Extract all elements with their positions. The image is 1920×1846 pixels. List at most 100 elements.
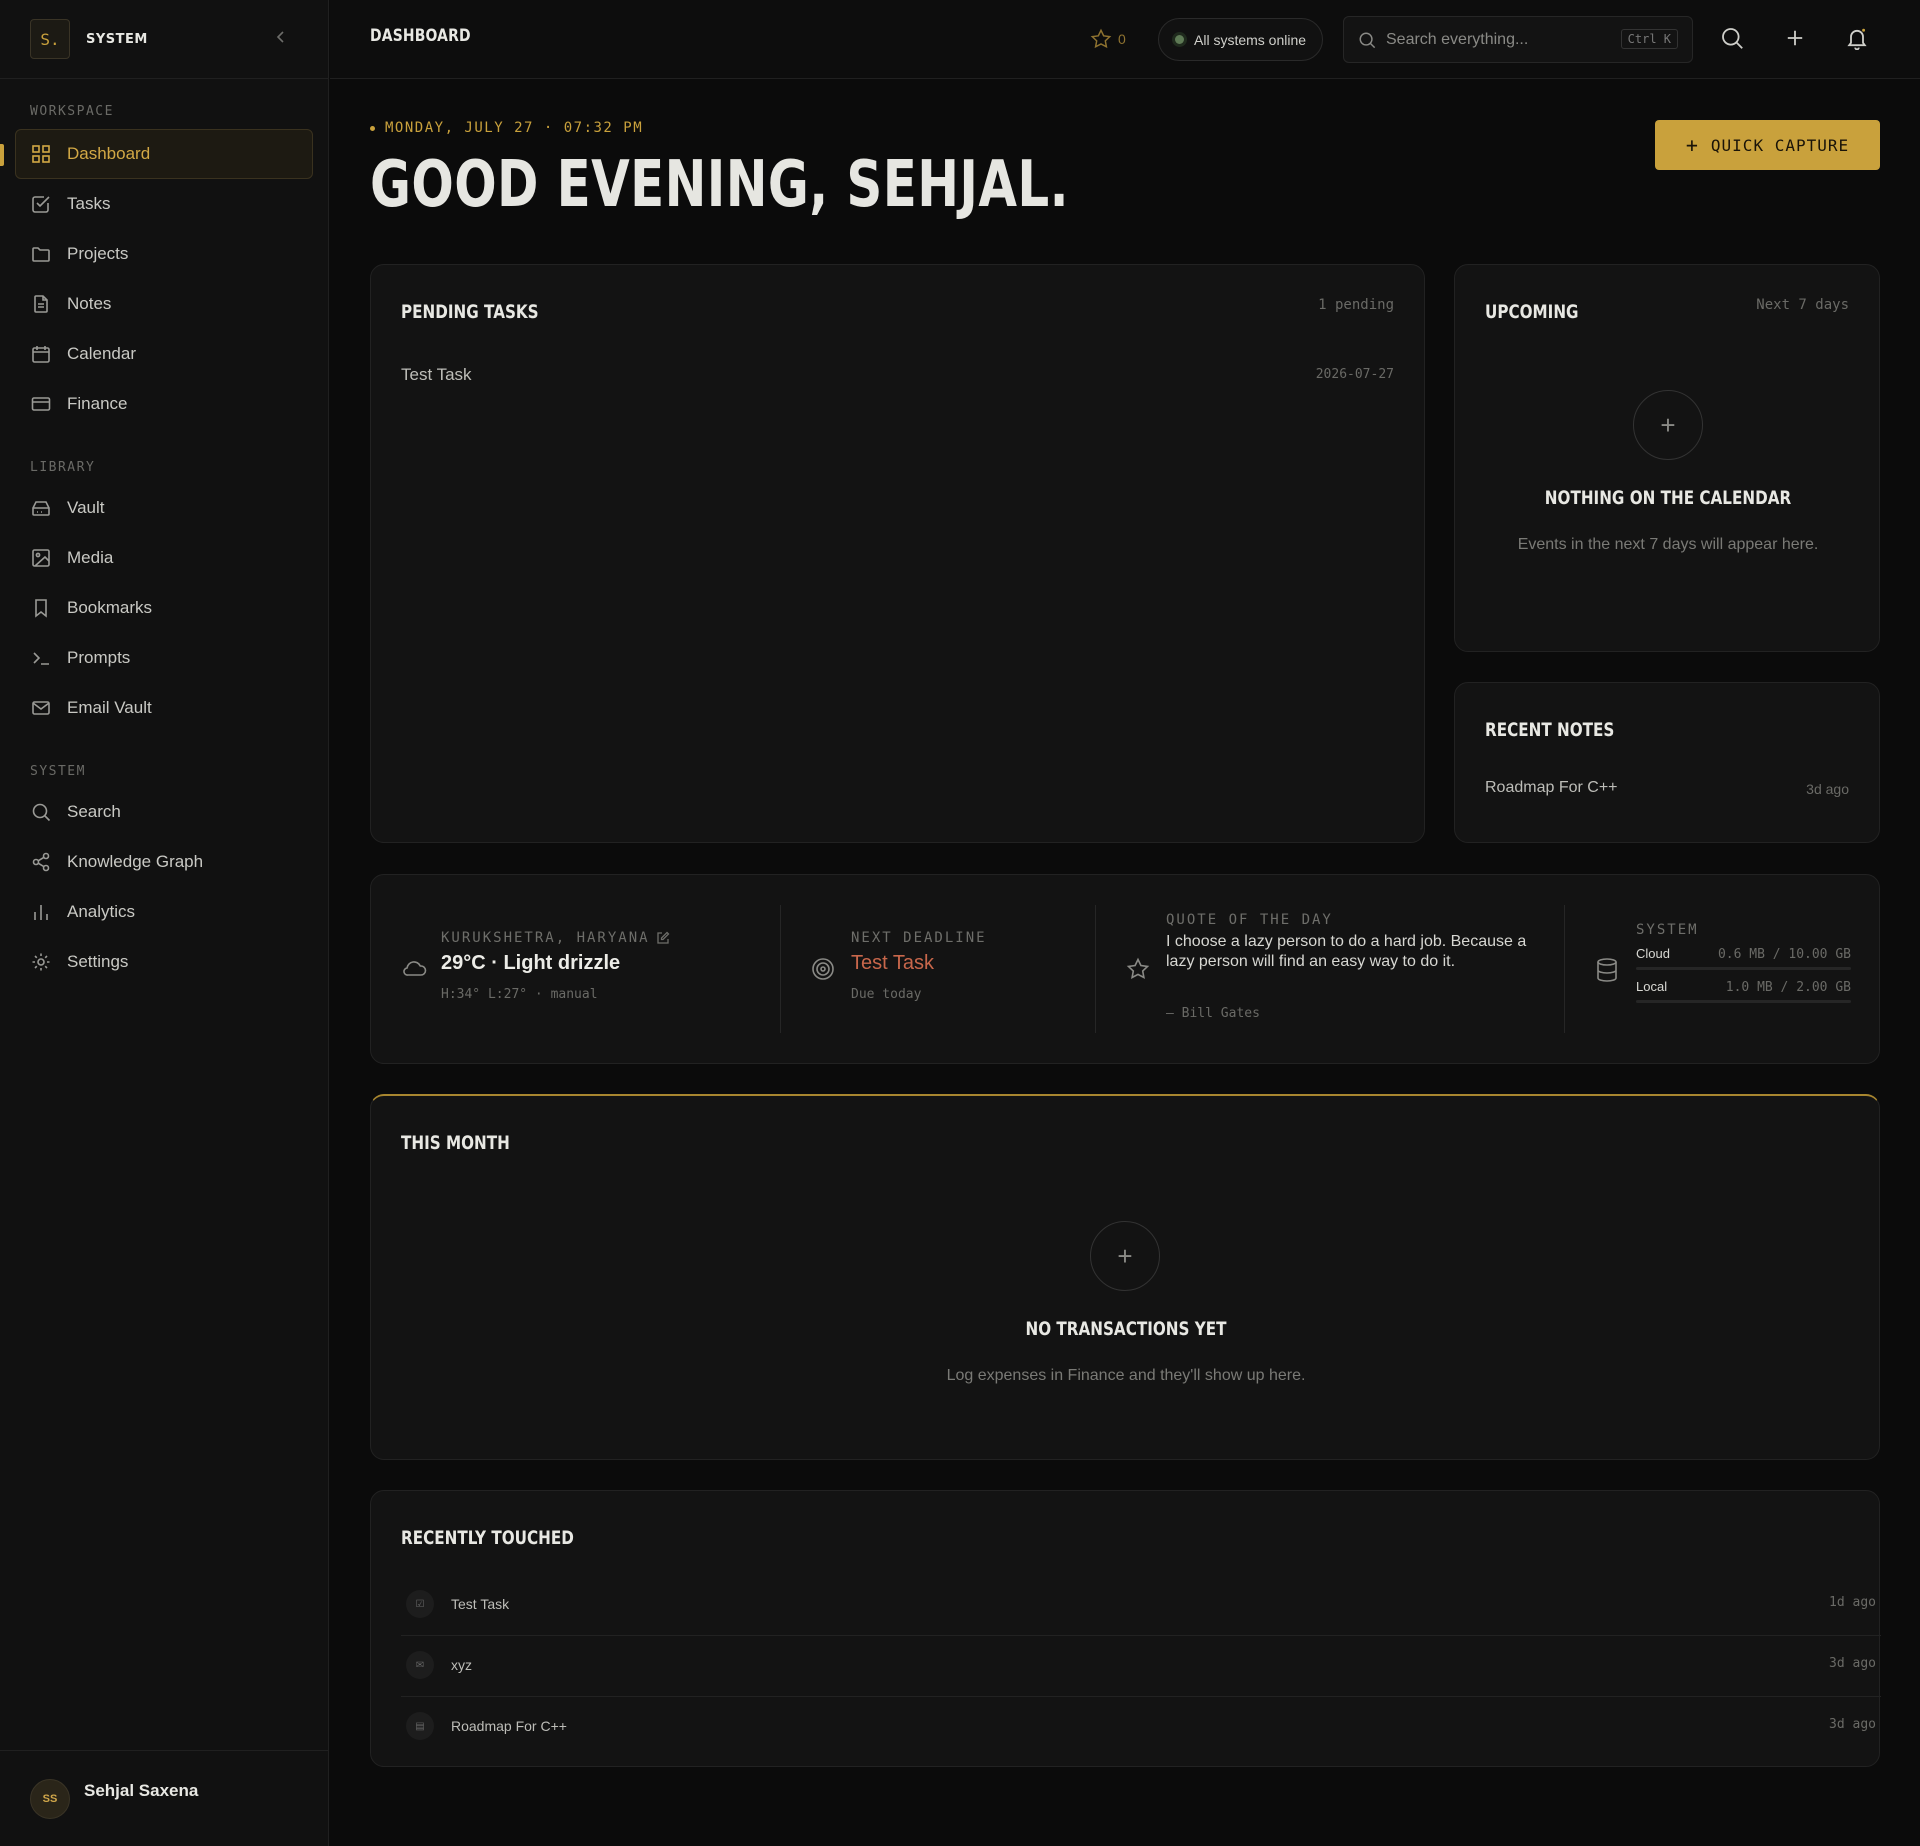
- note-icon: ▤: [406, 1712, 434, 1740]
- sidebar-item-label: Bookmarks: [67, 598, 153, 617]
- sidebar-item-label: Dashboard: [67, 144, 151, 163]
- deadline-label: NEXT DEADLINE: [851, 930, 987, 946]
- search-input[interactable]: Search everything... Ctrl K: [1343, 16, 1693, 63]
- nav-heading-workspace: WORKSPACE: [30, 104, 114, 119]
- divider: [780, 905, 781, 1033]
- sidebar-item-notes[interactable]: Notes: [15, 279, 313, 329]
- sidebar-item-label: Media: [67, 548, 114, 567]
- mail-icon: [31, 698, 51, 718]
- quote-text: I choose a lazy person to do a hard job.…: [1166, 933, 1527, 970]
- sidebar-item-label: Search: [67, 802, 121, 821]
- local-usage-bar: [1636, 1000, 1851, 1003]
- vault-icon: [31, 498, 51, 518]
- sidebar-item-tasks[interactable]: Tasks: [15, 179, 313, 229]
- task-date: 2026-07-27: [1315, 367, 1394, 382]
- sidebar-item-label: Calendar: [67, 344, 136, 363]
- this-month-card: THIS MONTH + NO TRANSACTIONS YET Log exp…: [370, 1094, 1880, 1460]
- mail-icon: ✉: [406, 1651, 434, 1679]
- sidebar-item-email-vault[interactable]: Email Vault: [15, 683, 313, 733]
- cloud-usage-bar: [1636, 967, 1851, 970]
- note-item[interactable]: Roadmap For C++: [1485, 779, 1618, 797]
- deadline-widget: NEXT DEADLINE Test Task Due today: [811, 905, 1081, 1033]
- sidebar-item-bookmarks[interactable]: Bookmarks: [15, 583, 313, 633]
- calendar-icon: [31, 344, 51, 364]
- document-icon: [31, 294, 51, 314]
- weather-widget: KURUKSHETRA, HARYANA 29°C · Light drizzl…: [401, 905, 761, 1033]
- add-icon[interactable]: [1783, 26, 1807, 50]
- recent-notes-title: RECENT NOTES: [1485, 719, 1615, 741]
- bell-icon[interactable]: [1845, 26, 1869, 50]
- sidebar-item-search[interactable]: Search: [15, 787, 313, 837]
- this-month-title: THIS MONTH: [401, 1132, 510, 1154]
- star-count-value: 0: [1118, 31, 1126, 47]
- item-ago: 1d ago: [1829, 1595, 1876, 1610]
- brand-logo[interactable]: S.: [30, 19, 70, 59]
- deadline-due: Due today: [851, 987, 922, 1002]
- avatar: SS: [30, 1778, 70, 1819]
- upcoming-range: Next 7 days: [1756, 297, 1849, 313]
- list-item[interactable]: ▤ Roadmap For C++ 3d ago: [401, 1697, 1881, 1758]
- pending-count: 1 pending: [1318, 297, 1394, 313]
- sidebar: S. SYSTEM WORKSPACE Dashboard Tasks Proj…: [0, 0, 329, 1846]
- storage-widget: SYSTEM Cloud 0.6 MB / 10.00 GB Local 1.0…: [1596, 905, 1851, 1033]
- sidebar-item-calendar[interactable]: Calendar: [15, 329, 313, 379]
- item-ago: 3d ago: [1829, 1656, 1876, 1671]
- plus-icon: +: [1685, 133, 1699, 157]
- list-item[interactable]: ✉ xyz 3d ago: [401, 1636, 1881, 1697]
- collapse-sidebar-icon[interactable]: [274, 30, 288, 44]
- target-icon: [811, 957, 835, 981]
- nav-section-workspace: WORKSPACE Dashboard Tasks Projects Notes…: [0, 99, 328, 429]
- sidebar-item-dashboard[interactable]: Dashboard: [0, 129, 313, 179]
- star-icon: [1126, 957, 1150, 981]
- add-transaction-button[interactable]: +: [1090, 1221, 1160, 1291]
- folder-icon: [31, 244, 51, 264]
- topbar: DASHBOARD 0 All systems online Search ev…: [330, 0, 1920, 79]
- divider: [1564, 905, 1565, 1033]
- sidebar-item-label: Vault: [67, 498, 105, 517]
- search-icon[interactable]: [1720, 26, 1744, 50]
- quick-capture-button[interactable]: + QUICK CAPTURE: [1655, 120, 1880, 170]
- search-placeholder: Search everything...: [1386, 30, 1529, 48]
- credit-card-icon: [31, 394, 51, 414]
- month-empty-desc: Log expenses in Finance and they'll show…: [946, 1367, 1306, 1384]
- sidebar-item-projects[interactable]: Projects: [15, 229, 313, 279]
- sidebar-item-prompts[interactable]: Prompts: [15, 633, 313, 683]
- task-icon: ☑: [406, 1590, 434, 1618]
- sidebar-item-label: Projects: [67, 244, 129, 263]
- item-name: xyz: [451, 1657, 472, 1673]
- nav-section-system: SYSTEM Search Knowledge Graph Analytics …: [0, 759, 328, 987]
- recently-touched-card: RECENTLY TOUCHED ☑ Test Task 1d ago ✉ xy…: [370, 1490, 1881, 1767]
- status-badge[interactable]: All systems online: [1158, 18, 1324, 61]
- date-time: MONDAY, JULY 27 · 07:32 PM: [370, 120, 643, 136]
- favorites-button[interactable]: 0: [1090, 28, 1126, 50]
- sidebar-item-vault[interactable]: Vault: [15, 483, 313, 533]
- gear-icon: [31, 952, 51, 972]
- brand-header: S. SYSTEM: [0, 0, 328, 79]
- month-empty-title: NO TRANSACTIONS YET: [1025, 1318, 1227, 1340]
- status-text: All systems online: [1194, 31, 1307, 48]
- search-icon: [31, 802, 51, 822]
- list-item[interactable]: ☑ Test Task 1d ago: [401, 1575, 1881, 1636]
- task-name[interactable]: Test Task: [401, 365, 472, 385]
- sidebar-item-finance[interactable]: Finance: [15, 379, 313, 429]
- weather-value: 29°C · Light drizzle: [441, 952, 621, 974]
- sidebar-item-settings[interactable]: Settings: [15, 937, 313, 987]
- search-shortcut: Ctrl K: [1620, 29, 1678, 49]
- sidebar-item-media[interactable]: Media: [15, 533, 313, 583]
- note-ago: 3d ago: [1806, 781, 1849, 797]
- info-strip: KURUKSHETRA, HARYANA 29°C · Light drizzl…: [370, 874, 1880, 1064]
- sidebar-item-analytics[interactable]: Analytics: [15, 887, 313, 937]
- edit-icon[interactable]: [656, 931, 670, 945]
- sidebar-item-label: Notes: [67, 294, 112, 313]
- database-icon: [1596, 957, 1618, 983]
- user-name: Sehjal Saxena: [84, 1780, 199, 1800]
- user-profile[interactable]: SS Sehjal Saxena: [0, 1750, 329, 1846]
- item-name: Test Task: [451, 1596, 510, 1612]
- deadline-task[interactable]: Test Task: [851, 952, 934, 975]
- add-event-button[interactable]: +: [1633, 390, 1703, 460]
- nav-heading-system: SYSTEM: [30, 764, 86, 779]
- sidebar-item-knowledge-graph[interactable]: Knowledge Graph: [15, 837, 313, 887]
- cloud-label: Cloud: [1636, 946, 1670, 961]
- upcoming-empty-desc: Events in the next 7 days will appear he…: [1517, 536, 1819, 553]
- weather-sub: H:34° L:27° · manual: [441, 987, 598, 1002]
